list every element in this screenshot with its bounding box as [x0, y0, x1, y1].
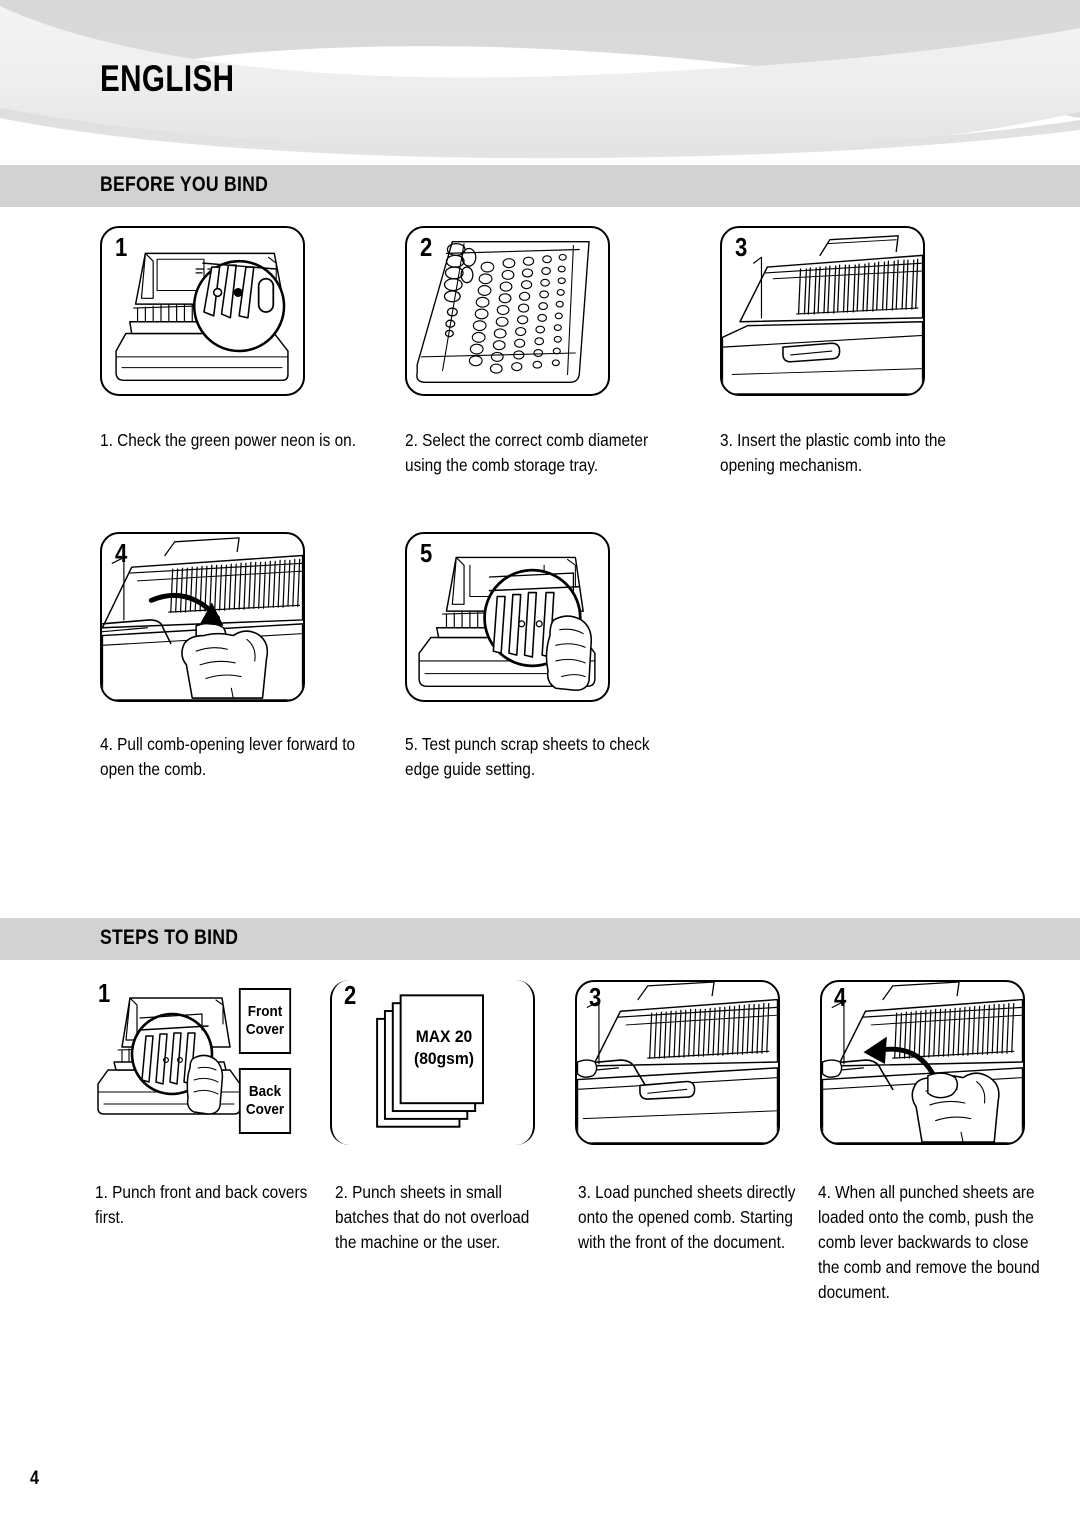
illustration-panel-before-1: 1: [100, 226, 305, 396]
art-comb-binder-power-neon: [115, 252, 289, 382]
caption-steps-4: 4. When all punched sheets are loaded on…: [818, 1182, 1040, 1302]
panel-number-steps-4: 4: [834, 982, 847, 1012]
panel-number-steps-2: 2: [344, 980, 357, 1010]
illustration-panel-steps-3: 3: [575, 980, 780, 1145]
label-front-cover: Front Cover: [238, 988, 292, 1054]
panel-number-before-3: 3: [735, 232, 748, 262]
art-opened-comb-ready: [577, 982, 778, 1143]
caption-steps-3: 3. Load punched sheets directly onto the…: [578, 1182, 796, 1252]
caption-before-4: 4. Pull comb-opening lever forward to op…: [100, 734, 356, 779]
art-comb-opening-mechanism: [722, 235, 923, 394]
panel-number-before-5: 5: [420, 538, 433, 568]
caption-before-2: 2. Select the correct comb diameter usin…: [405, 430, 649, 475]
caption-before-3: 3. Insert the plastic comb into the open…: [720, 430, 946, 475]
art-magnifier-punch-slots: [418, 556, 596, 692]
page-number: 4: [30, 1468, 39, 1489]
panel-number-before-4: 4: [115, 538, 128, 568]
label-back-cover-text: Back Cover: [245, 1083, 285, 1118]
section-heading-steps-to-bind: STEPS TO BIND: [100, 926, 239, 949]
label-front-cover-text: Front Cover: [245, 1003, 285, 1038]
section-band-before-you-bind: BEFORE YOU BIND: [0, 165, 1080, 207]
panel-number-steps-1: 1: [98, 980, 111, 1008]
panel-number-before-2: 2: [420, 232, 433, 262]
page-title: ENGLISH: [100, 58, 235, 99]
caption-steps-2: 2. Punch sheets in small batches that do…: [335, 1182, 530, 1252]
illustration-panel-before-3: 3: [720, 226, 925, 396]
sheet-stack-max-label: MAX 20 (80gsm): [414, 1027, 474, 1068]
illustration-panel-before-5: 5: [405, 532, 610, 702]
caption-steps-1: 1. Punch front and back covers first.: [95, 1182, 308, 1227]
illustration-panel-steps-4: 4: [820, 980, 1025, 1145]
art-hand-pull-lever-forward: [102, 537, 303, 700]
illustration-panel-before-4: 4: [100, 532, 305, 702]
illustration-panel-steps-1: 1 Front Cover Back Cover: [90, 980, 320, 1145]
illustration-panel-steps-2: 2 MAX 20 (80gsm): [330, 980, 535, 1145]
illustration-panel-before-2: 2: [405, 226, 610, 396]
art-comb-storage-tray: [416, 240, 590, 383]
caption-before-5: 5. Test punch scrap sheets to check edge…: [405, 734, 650, 779]
panel-number-before-1: 1: [115, 232, 128, 262]
section-heading-before-you-bind: BEFORE YOU BIND: [100, 173, 269, 196]
panel-number-steps-3: 3: [589, 982, 602, 1012]
section-band-steps-to-bind: STEPS TO BIND: [0, 918, 1080, 960]
caption-before-1: 1. Check the green power neon is on.: [100, 430, 356, 450]
art-hand-push-lever-backwards: [822, 982, 1023, 1143]
label-back-cover: Back Cover: [238, 1068, 292, 1134]
